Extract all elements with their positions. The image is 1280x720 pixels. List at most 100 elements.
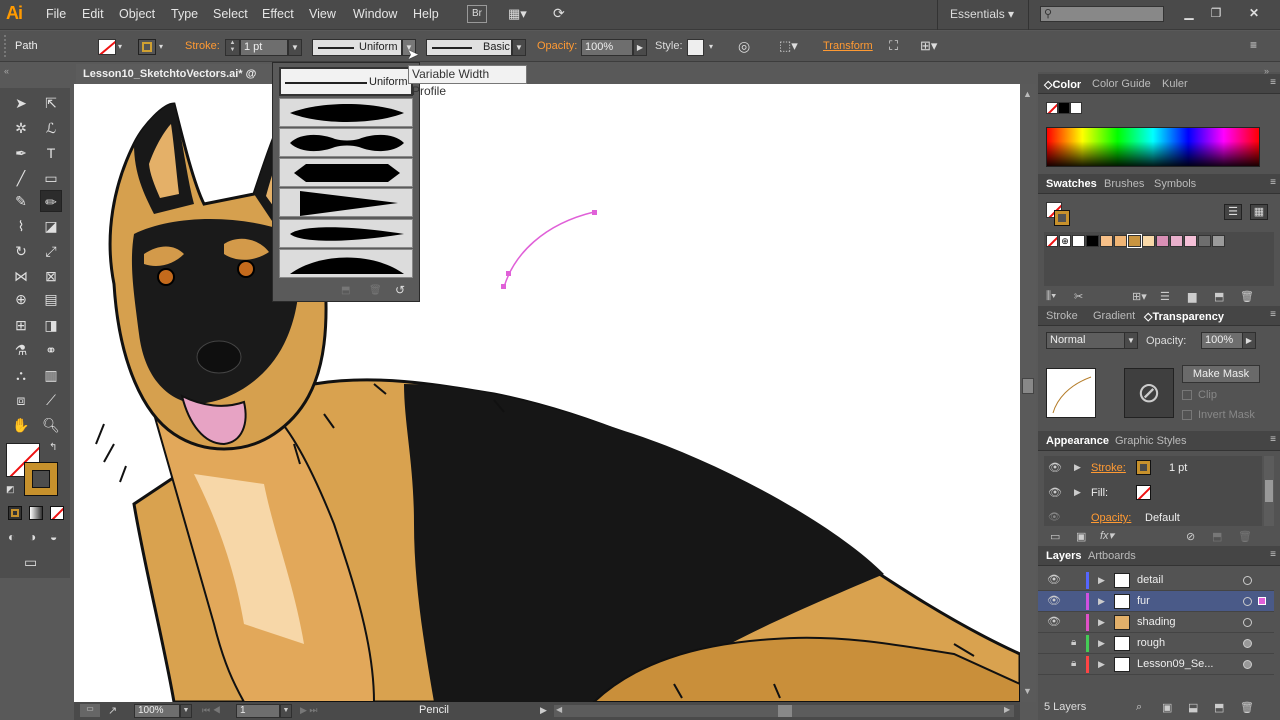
color-spectrum[interactable] (1046, 127, 1260, 167)
restore-button[interactable]: ❐ (1205, 4, 1227, 22)
opacity-label[interactable]: Opacity: (537, 40, 577, 52)
rectangle-tool-icon[interactable]: ▭ (40, 167, 62, 189)
share-icon[interactable]: ↗ (108, 704, 117, 717)
status-menu-arrow[interactable]: ▶ (540, 705, 547, 716)
target-circle-icon[interactable] (1243, 576, 1252, 585)
tab-appearance[interactable]: Appearance (1046, 435, 1109, 447)
search-input[interactable]: ⚲ (1040, 6, 1164, 22)
swatch[interactable] (1114, 235, 1127, 247)
arrange-icon[interactable]: ⊞▾ (920, 38, 937, 54)
layer-name[interactable]: rough (1137, 637, 1165, 649)
color-mode-icon[interactable] (8, 506, 22, 520)
collapse-icon[interactable]: « (4, 66, 9, 76)
eyedropper-tool-icon[interactable]: ⚗ (10, 339, 32, 361)
tab-artboards[interactable]: Artboards (1088, 550, 1136, 562)
free-transform-tool-icon[interactable]: ⊠ (40, 265, 62, 287)
panel-menu-icon[interactable]: ≡ (1270, 77, 1276, 88)
make-mask-button[interactable]: Make Mask (1182, 365, 1260, 383)
swatch[interactable] (1212, 235, 1225, 247)
blend-mode-select[interactable]: Normal (1046, 332, 1126, 349)
swatch[interactable] (1127, 234, 1142, 248)
pencil-tool-icon[interactable]: ✏ (40, 190, 62, 212)
clip-checkbox[interactable] (1182, 390, 1192, 400)
align-to-selection-icon[interactable]: ⬚▾ (779, 38, 798, 54)
duplicate-item-icon[interactable]: ⬒ (1212, 530, 1222, 543)
graphic-style-swatch[interactable] (687, 39, 704, 56)
new-color-group-icon[interactable]: ☰ (1160, 290, 1170, 303)
symbol-sprayer-tool-icon[interactable]: ⛬ (10, 364, 32, 386)
magic-wand-tool-icon[interactable]: ✲ (10, 117, 32, 139)
expand-arrow-icon[interactable]: ▶ (1074, 462, 1081, 473)
chevron-right-icon[interactable]: ▶ (633, 39, 647, 56)
control-panel-menu-icon[interactable]: ≡ (1250, 38, 1257, 52)
profile-width-5[interactable] (279, 219, 413, 248)
visibility-eye-icon[interactable]: 👁︎ (1047, 594, 1061, 608)
visibility-eye-icon[interactable]: 👁︎ (1047, 573, 1061, 587)
artboard-tool-icon[interactable]: ⧈ (10, 389, 32, 411)
delete-layer-icon[interactable]: 🗑︎ (1240, 701, 1254, 714)
chevron-down-icon[interactable]: ▼ (288, 39, 302, 56)
minimize-button[interactable]: ▁ (1178, 4, 1200, 22)
tab-graphic-styles[interactable]: Graphic Styles (1115, 435, 1187, 447)
chevron-down-icon[interactable]: ▼ (1124, 332, 1138, 349)
swatch[interactable] (1100, 235, 1113, 247)
shape-builder-tool-icon[interactable]: ⊕ (10, 288, 32, 310)
transform-link[interactable]: Transform (823, 40, 873, 52)
gradient-mode-icon[interactable] (29, 506, 43, 520)
vertical-scrollbar[interactable]: ▲ ▼ (1020, 84, 1036, 702)
column-graph-tool-icon[interactable]: ▥ (40, 364, 62, 386)
target-circle-icon[interactable] (1243, 597, 1252, 606)
reset-profiles-icon[interactable]: ↺ (395, 283, 405, 297)
default-colors-icon[interactable]: ◩ (6, 484, 15, 495)
stroke-weight-field[interactable]: 1 pt (240, 39, 288, 56)
none-color-swatch[interactable] (1046, 102, 1058, 114)
hand-tool-icon[interactable]: ✋ (10, 414, 32, 436)
appearance-stroke-label[interactable]: Stroke: (1091, 462, 1126, 474)
artboard-canvas[interactable] (74, 84, 1020, 702)
paintbrush-tool-icon[interactable]: ✎ (10, 190, 32, 212)
stroke-label[interactable]: Stroke: (185, 40, 220, 52)
tab-gradient[interactable]: Gradient (1093, 310, 1135, 322)
chevron-right-icon[interactable]: ▶ (1242, 332, 1256, 349)
scroll-up-arrow[interactable]: ▲ (1023, 89, 1032, 99)
tab-brushes[interactable]: Brushes (1104, 178, 1144, 190)
visibility-eye-icon[interactable]: 👁︎ (1048, 486, 1062, 500)
swatch-kind-icon[interactable]: ✂ (1074, 290, 1083, 303)
chevron-down-icon[interactable]: ▼ (280, 704, 292, 718)
swatch[interactable] (1086, 235, 1099, 247)
stroke-indicator[interactable] (1054, 210, 1070, 226)
expand-arrow-icon[interactable]: ▶ (1098, 638, 1105, 649)
opacity-field[interactable]: 100% (581, 39, 633, 56)
screen-mode-icon[interactable]: ▭ (24, 554, 37, 571)
rotate-tool-icon[interactable]: ↻ (10, 240, 32, 262)
transparency-opacity-field[interactable]: 100% (1201, 332, 1243, 349)
stroke-weight-stepper[interactable]: ▲ ▼ (225, 39, 240, 56)
visibility-eye-icon[interactable]: 👁︎ (1048, 512, 1061, 523)
expand-arrow-icon[interactable]: ▶ (1098, 596, 1105, 607)
layer-name[interactable]: fur (1137, 595, 1150, 607)
selection-tool-icon[interactable]: ➤ (10, 92, 32, 114)
chevron-down-icon[interactable]: ▾ (159, 42, 163, 51)
menu-effect[interactable]: Effect (262, 7, 294, 21)
layer-row-lesson09[interactable]: 🔒︎ ▶ Lesson09_Se... (1038, 654, 1274, 675)
appearance-opacity-label[interactable]: Opacity: (1091, 512, 1131, 524)
variable-width-profile-select[interactable]: Uniform (312, 39, 402, 56)
sync-settings-icon[interactable]: ⟳ (553, 5, 573, 23)
target-circle-icon[interactable] (1243, 639, 1252, 648)
menu-window[interactable]: Window (353, 7, 397, 21)
panel-menu-icon[interactable]: ≡ (1270, 309, 1276, 320)
profile-uniform[interactable]: Uniform (279, 67, 413, 96)
panel-menu-icon[interactable]: ≡ (1270, 177, 1276, 188)
swatch-none[interactable] (1046, 235, 1058, 247)
blend-tool-icon[interactable]: ⚭ (40, 339, 62, 361)
layer-row-fur[interactable]: 👁︎ ▶ fur (1038, 591, 1274, 612)
white-color-swatch[interactable] (1070, 102, 1082, 114)
add-stroke-icon[interactable]: ▭ (1050, 530, 1060, 543)
profile-width-1[interactable] (279, 98, 413, 127)
new-swatch-icon[interactable]: ⬒ (1214, 290, 1224, 303)
layer-row-detail[interactable]: 👁︎ ▶ detail (1038, 570, 1274, 591)
profile-width-3[interactable] (279, 158, 413, 187)
swatch[interactable] (1072, 235, 1085, 247)
lock-icon[interactable]: 🔒︎ (1071, 637, 1076, 648)
brush-definition-select[interactable]: Basic (426, 39, 512, 56)
